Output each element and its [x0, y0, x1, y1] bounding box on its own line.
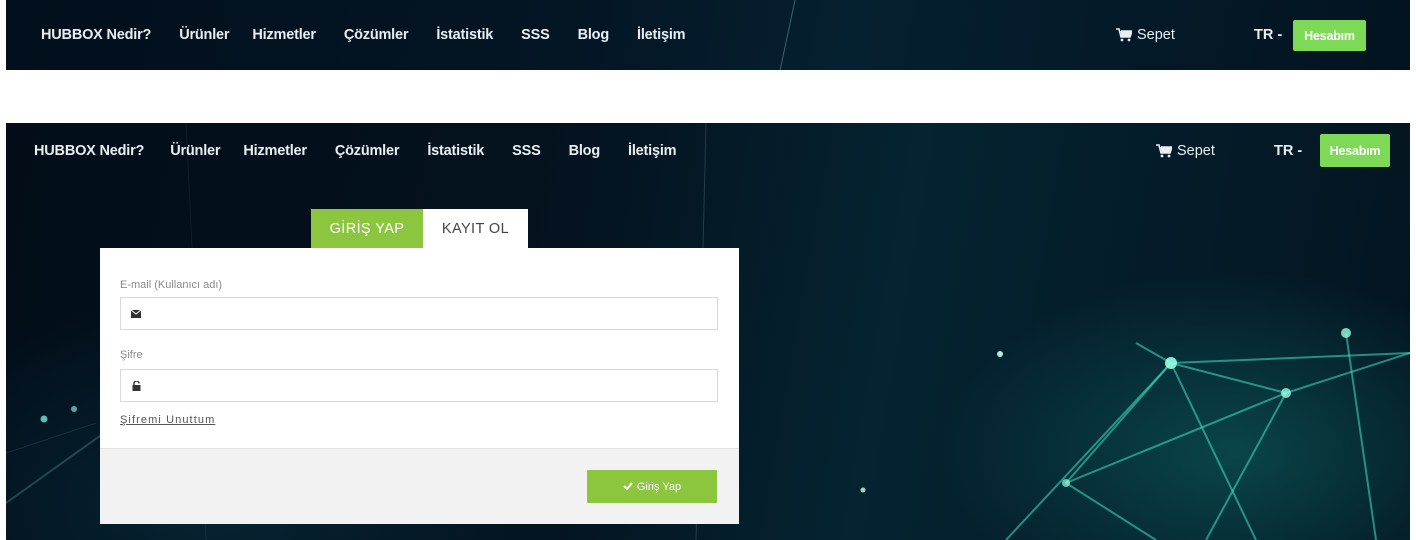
unlock-icon [129, 380, 143, 391]
password-label: Şifre [120, 349, 143, 361]
login-submit-label: Giriş Yap [636, 480, 682, 493]
nav-links-hero: HUBBOX Nedir? Ürünler Hizmetler Çözümler… [34, 123, 704, 179]
nav-item-blog[interactable]: Blog [578, 0, 610, 70]
cart-label: Sepet [1177, 143, 1215, 159]
nav-item-hubbox[interactable]: HUBBOX Nedir? [34, 123, 144, 179]
nav-item-contact[interactable]: İletişim [637, 0, 686, 70]
cart-icon [1116, 28, 1132, 42]
primary-nav-hero: HUBBOX Nedir? Ürünler Hizmetler Çözümler… [6, 123, 1410, 183]
cart-icon [1156, 144, 1172, 158]
nav-item-blog[interactable]: Blog [569, 123, 601, 179]
email-label: E-mail (Kullanıcı adı) [120, 279, 223, 291]
nav-item-services[interactable]: Hizmetler [243, 123, 307, 179]
tab-login[interactable]: GİRİŞ YAP [311, 209, 423, 248]
nav-item-faq[interactable]: SSS [512, 123, 541, 179]
language-selector[interactable]: TR - [1274, 143, 1302, 159]
nav-item-solutions[interactable]: Çözümler [335, 123, 400, 179]
primary-nav: HUBBOX Nedir? Ürünler Hizmetler Çözümler… [6, 0, 1410, 70]
nav-item-faq[interactable]: SSS [521, 0, 550, 70]
nav-item-hubbox[interactable]: HUBBOX Nedir? [41, 0, 151, 70]
nav-item-products[interactable]: Ürünler [179, 0, 229, 70]
check-icon [623, 481, 633, 493]
nav-item-products[interactable]: Ürünler [170, 123, 220, 179]
password-field[interactable] [120, 369, 718, 402]
hero-section: HUBBOX Nedir? Ürünler Hizmetler Çözümler… [6, 123, 1410, 540]
account-button[interactable]: Hesabım [1293, 20, 1366, 51]
top-nav-bar: HUBBOX Nedir? Ürünler Hizmetler Çözümler… [6, 0, 1410, 70]
forgot-password-link[interactable]: Şifremi Unuttum [120, 414, 215, 426]
tab-register[interactable]: KAYIT OL [423, 209, 528, 248]
account-button[interactable]: Hesabım [1320, 134, 1390, 167]
login-tabs: GİRİŞ YAP KAYIT OL [311, 209, 528, 248]
cart-label: Sepet [1137, 27, 1175, 43]
email-field[interactable] [120, 297, 718, 330]
nav-item-solutions[interactable]: Çözümler [344, 0, 409, 70]
language-selector[interactable]: TR - [1254, 27, 1282, 43]
login-card: E-mail (Kullanıcı adı) Şifre Şifremi Unu… [100, 248, 739, 524]
cart-link[interactable]: Sepet [1116, 27, 1175, 43]
nav-item-statistics[interactable]: İstatistik [436, 0, 493, 70]
login-submit-button[interactable]: Giriş Yap [587, 470, 717, 503]
nav-links: HUBBOX Nedir? Ürünler Hizmetler Çözümler… [41, 0, 713, 70]
nav-item-statistics[interactable]: İstatistik [427, 123, 484, 179]
cart-link[interactable]: Sepet [1156, 143, 1215, 159]
nav-item-contact[interactable]: İletişim [628, 123, 677, 179]
nav-item-services[interactable]: Hizmetler [252, 0, 316, 70]
envelope-icon [129, 309, 143, 318]
login-card-footer: Giriş Yap [100, 448, 739, 524]
